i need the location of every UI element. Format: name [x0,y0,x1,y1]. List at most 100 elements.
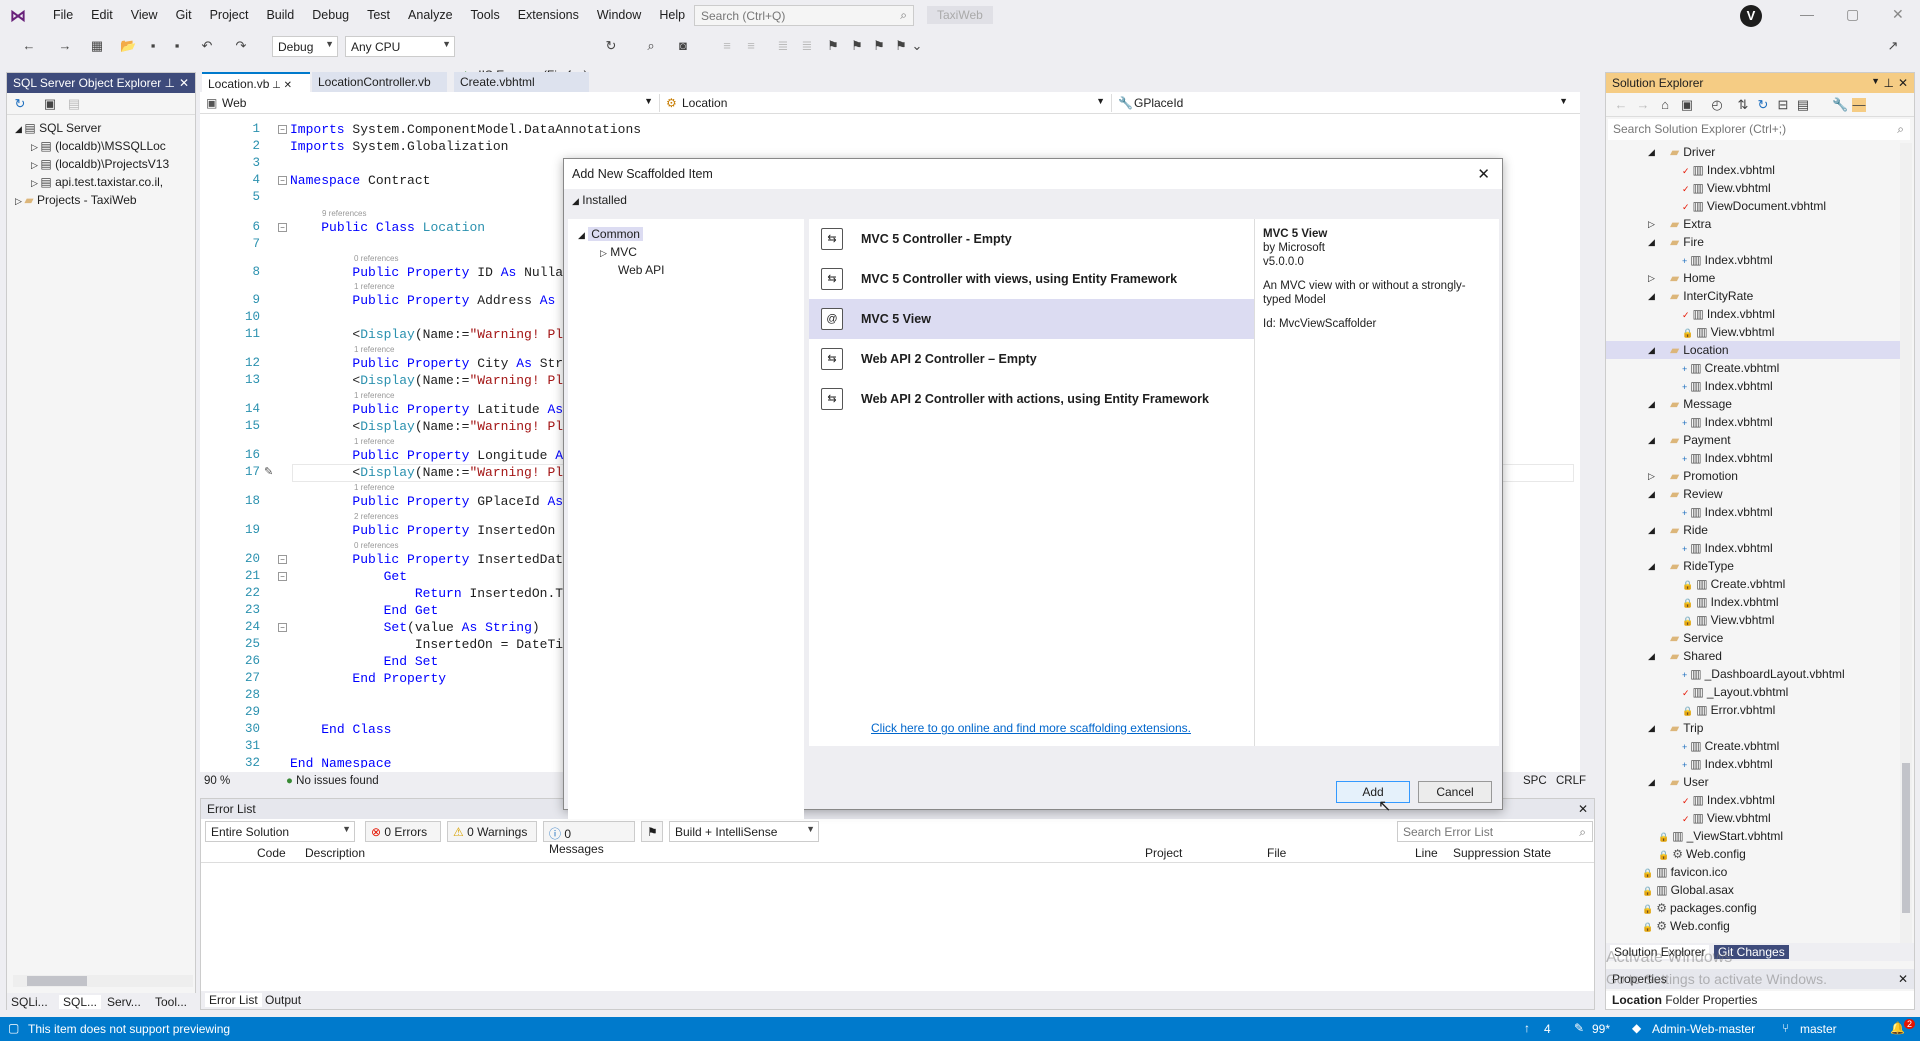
tab-create-vbhtml[interactable]: Create.vbhtml [454,72,589,92]
se-item[interactable]: + ▥ Create.vbhtml [1606,737,1900,755]
redo-icon[interactable]: ↷ [234,39,248,53]
code-lens-references[interactable]: 1 reference [354,437,394,446]
find-icon[interactable]: ⌕ [644,39,658,53]
collapse-icon[interactable]: ◢ [1648,395,1655,413]
feedback-icon[interactable]: ↗ [1886,39,1900,53]
menu-item-file[interactable]: File [44,8,82,22]
panel-menu-icon[interactable]: ▼ [1871,76,1880,86]
close-window-icon[interactable]: ✕ [1892,6,1904,23]
bottom-tab[interactable]: Error List [205,993,262,1007]
vertical-scrollbar[interactable] [1900,143,1912,943]
collapse-icon[interactable]: ◢ [1648,431,1655,449]
se-item[interactable]: + ▥ Index.vbhtml [1606,755,1900,773]
uncomment-icon[interactable]: ≣ [800,39,814,53]
notification-icon[interactable]: 🔔 [1890,1021,1905,1035]
home-icon[interactable]: ⌂ [1658,98,1672,112]
collapse-icon[interactable]: ◢ [15,124,24,134]
se-item[interactable]: ✓ ▥ Index.vbhtml [1606,791,1900,809]
menu-item-view[interactable]: View [122,8,167,22]
expand-icon[interactable]: ▷ [31,142,40,152]
code-line[interactable]: Public Property GPlaceId As S [290,494,578,509]
se-item[interactable]: ✓ ▥ View.vbhtml [1606,809,1900,827]
se-item[interactable]: 🔒 ⚙ packages.config [1606,899,1900,917]
pin-icon[interactable]: ⊥ [1884,76,1894,90]
warnings-filter[interactable]: ⚠ 0 Warnings [447,821,537,842]
save-all-icon[interactable]: ▪ [170,39,184,53]
collapse-all-icon[interactable]: ⊟ [1776,98,1790,112]
code-line[interactable]: Imports System.ComponentModel.DataAnnota… [290,122,641,137]
bottom-tab[interactable]: Serv... [107,995,141,1009]
code-lens-references[interactable]: 0 references [354,254,398,263]
back-icon[interactable]: ← [22,39,36,53]
code-line[interactable]: Public Property InsertedOn As [290,523,578,538]
installed-header[interactable]: ◢ Installed [564,189,1502,211]
collapse-icon[interactable]: ◢ [1648,773,1655,791]
project-dropdown[interactable]: ▣ Web ▼ [202,94,660,112]
horizontal-scrollbar[interactable] [13,975,193,987]
save-icon[interactable]: ▪ [146,39,160,53]
open-icon[interactable]: 📂 [120,39,136,53]
sql-tree-item[interactable]: ▷ ▰ Projects - TaxiWeb [7,191,195,209]
code-line[interactable]: <Display(Name:="Warning! Plea [290,373,578,388]
code-line[interactable]: Get [290,569,407,584]
menu-item-git[interactable]: Git [167,8,201,22]
expand-icon[interactable]: ▷ [1648,269,1655,287]
se-item[interactable]: 🔒 ▥ Create.vbhtml [1606,575,1900,593]
bottom-tab[interactable]: Output [265,993,301,1007]
tab-locationcontroller-vb[interactable]: LocationController.vb [312,72,447,92]
code-line[interactable]: Public Property ID As Nullabl [290,265,578,280]
sync-icon[interactable]: ⇅ [1736,98,1750,112]
collapse-region-icon[interactable]: − [278,623,287,632]
platform-select[interactable]: Any CPU ▼ [345,36,455,57]
se-item[interactable]: 🔒 ⚙ Web.config [1606,917,1900,935]
undo-icon[interactable]: ↶ [200,39,214,53]
prev-bookmark-icon[interactable]: ⚑ [850,39,864,53]
collapse-icon[interactable]: ◢ [1648,485,1655,503]
properties-icon[interactable]: 🔧 [1832,98,1848,112]
code-line[interactable]: End Set [290,654,439,669]
se-item[interactable]: ◢ ▰ RideType [1606,557,1900,575]
screenshot-icon[interactable]: ◙ [676,39,690,53]
se-item[interactable]: ✓ ▥ Index.vbhtml [1606,305,1900,323]
next-bookmark-icon[interactable]: ⚑ [872,39,886,53]
se-item[interactable]: ▷ ▰ Extra [1606,215,1900,233]
tree-item-webapi[interactable]: Web API [618,261,664,279]
filter-toggle-icon[interactable]: ⚑ [641,821,663,842]
clear-bookmarks-icon[interactable]: ⚑ [894,39,908,53]
column-header[interactable]: File [1267,846,1286,860]
menu-item-build[interactable]: Build [257,8,303,22]
pencil-icon[interactable]: ✎ [1574,1021,1584,1035]
se-item[interactable]: 🔒 ▥ Index.vbhtml [1606,593,1900,611]
se-item[interactable]: ◢ ▰ Location [1606,341,1900,359]
code-line[interactable]: Public Property City As Strin [290,356,578,371]
panel-close-icon[interactable]: ✕ [179,76,189,90]
se-item[interactable]: + ▥ _DashboardLayout.vbhtml [1606,665,1900,683]
bottom-tab[interactable]: SQL... [59,995,102,1009]
se-item[interactable]: ◢ ▰ Trip [1606,719,1900,737]
tree-item-mvc[interactable]: ▷ MVC [600,243,637,261]
config-select[interactable]: Debug ▼ [272,36,338,57]
se-item[interactable]: ✓ ▥ View.vbhtml [1606,179,1900,197]
column-header[interactable]: Line [1415,846,1438,860]
outdent-icon[interactable]: ≡ [744,39,758,53]
code-line[interactable]: End Get [290,603,439,618]
collapse-icon[interactable]: ◢ [1648,647,1655,665]
code-line[interactable]: <Display(Name:="Warning! Plea [290,419,578,434]
se-item[interactable]: 🔒 ⚙ Web.config [1606,845,1900,863]
se-item[interactable]: + ▥ Create.vbhtml [1606,359,1900,377]
code-line[interactable]: End Property [290,671,446,686]
tab-location-vb[interactable]: Location.vb ⊥ ✕ [202,72,310,92]
code-line[interactable]: Set(value As String) [290,620,540,635]
properties-close-icon[interactable]: ✕ [1898,972,1908,986]
code-line[interactable]: <Display(Name:="Warning! Plea [290,327,578,342]
errors-filter[interactable]: ⊗ 0 Errors [365,821,441,842]
show-all-files-icon[interactable]: ▤ [1796,98,1810,112]
collapse-icon[interactable]: ◢ [1648,233,1655,251]
collapse-icon[interactable]: ◢ [1648,341,1655,359]
indent-icon[interactable]: ≡ [720,39,734,53]
se-item[interactable]: ✓ ▥ ViewDocument.vbhtml [1606,197,1900,215]
tree-item-common[interactable]: ◢ Common [578,225,643,243]
scaffold-item[interactable]: ⇆ Web API 2 Controller – Empty [809,339,1254,379]
se-item[interactable]: ▷ ▰ Promotion [1606,467,1900,485]
sql-tree-item[interactable]: ▷ ▤ (localdb)\ProjectsV13 [7,155,195,173]
